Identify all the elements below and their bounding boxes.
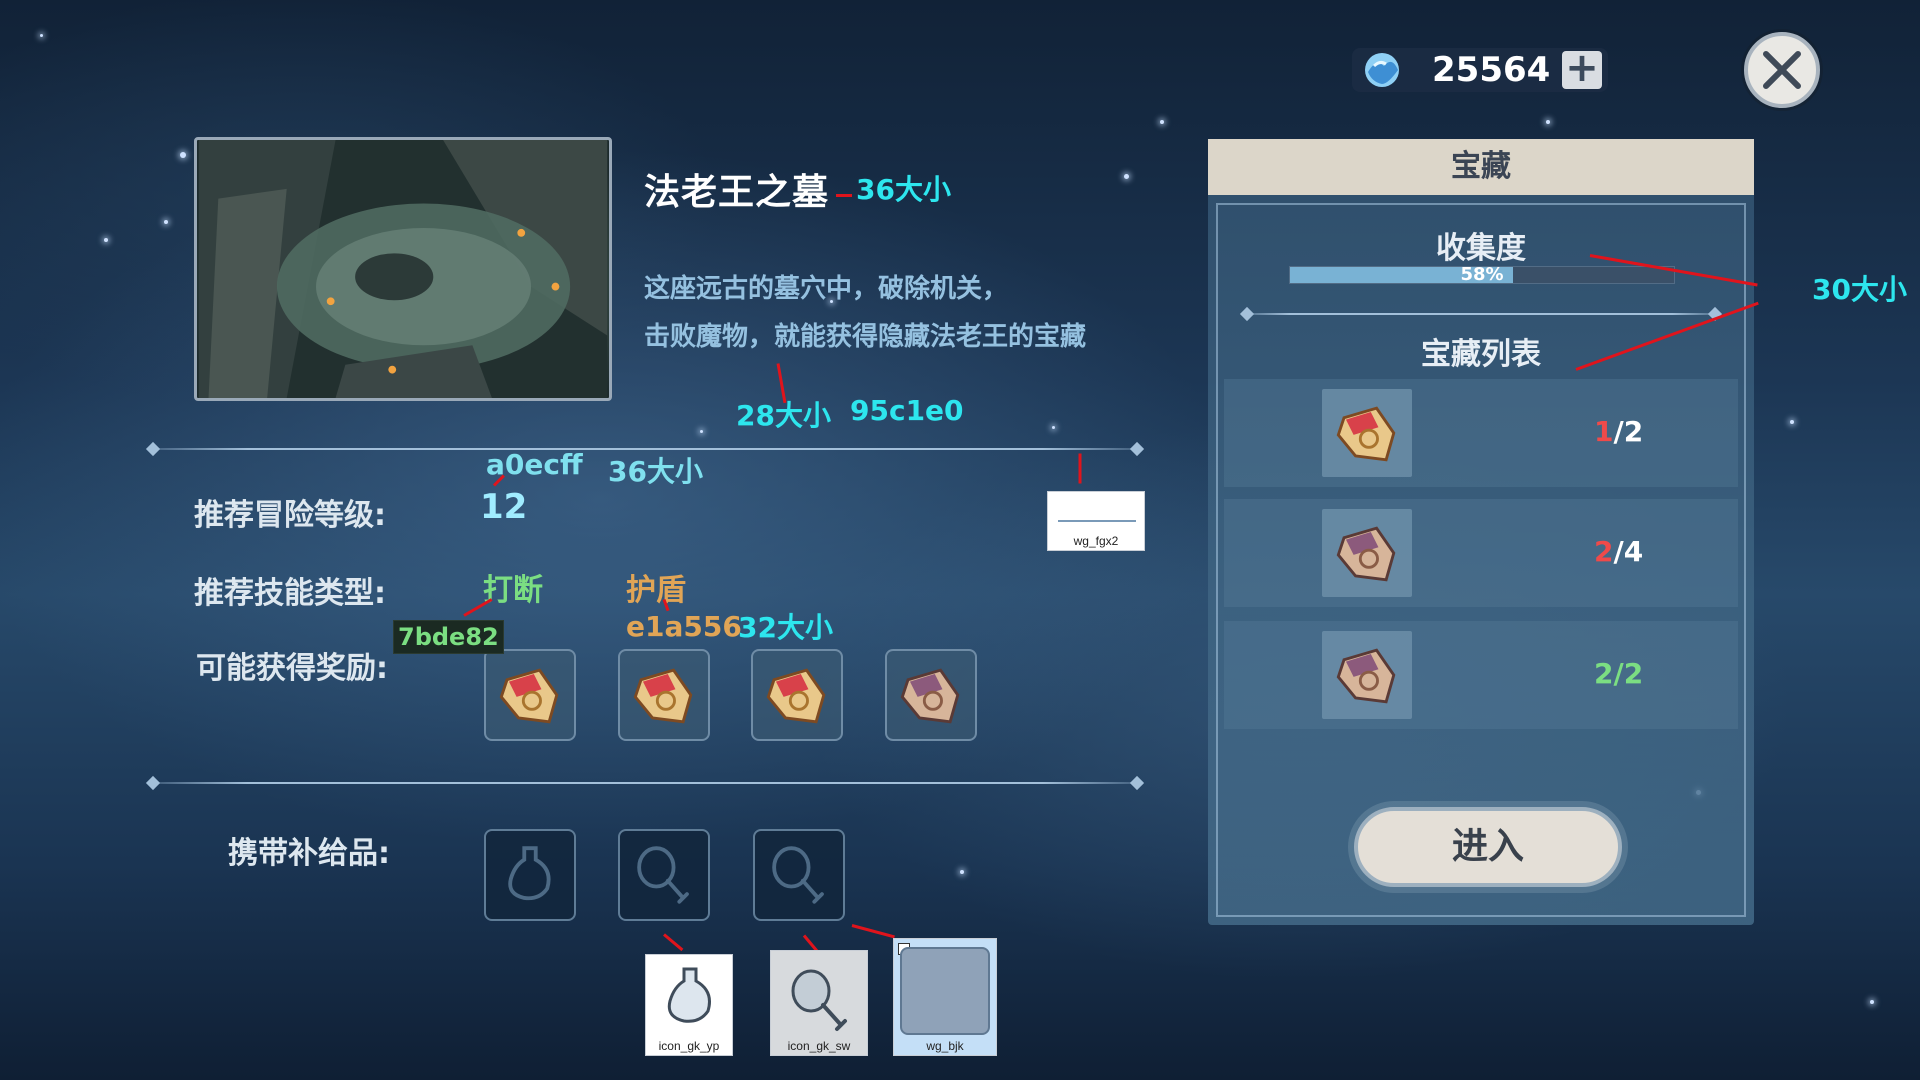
annotation-desc-size: 28大小 [736, 399, 831, 432]
annotation-line [851, 924, 895, 939]
annotation-line [1078, 453, 1082, 484]
annotation-skill-green-tag: 7bde82 [393, 620, 504, 654]
reward-slot[interactable] [885, 649, 977, 741]
star-decoration [1870, 1000, 1874, 1004]
star-decoration [180, 152, 186, 158]
add-currency-button[interactable]: + [1562, 48, 1602, 89]
potion-bottle-icon [508, 846, 551, 901]
recommended-skill-label: 推荐技能类型: [194, 576, 386, 611]
treasure-slot [1322, 389, 1412, 477]
annotation-panel-size: 30大小 [1812, 273, 1907, 306]
close-x-icon [1763, 51, 1801, 89]
currency-value: 25564 [1432, 50, 1551, 90]
supply-slot[interactable] [618, 829, 710, 921]
reward-slot[interactable] [751, 649, 843, 741]
treasure-map-gold-icon [633, 668, 693, 724]
star-decoration [164, 220, 168, 224]
meat-drumstick-icon [772, 846, 824, 904]
star-decoration [1124, 174, 1129, 179]
dungeon-title: 法老王之墓 [644, 172, 830, 213]
star-decoration [1052, 426, 1055, 429]
treasure-count: 2/2 [1594, 657, 1644, 690]
treasure-list-item[interactable]: 2/4 [1224, 499, 1738, 607]
annotation-skill-size: 32大小 [738, 611, 833, 644]
star-decoration [1160, 120, 1164, 124]
collection-progress-bar: 58% [1289, 264, 1675, 285]
treasure-map-gold-icon [1336, 406, 1396, 462]
treasure-map-gold-icon [499, 668, 559, 724]
panel-divider [1239, 306, 1723, 322]
annotation-line [836, 194, 852, 197]
treasure-panel-title: 宝藏 [1451, 149, 1511, 184]
collection-title: 收集度 [1436, 231, 1526, 266]
potion-bottle-icon [667, 967, 711, 1023]
recommended-level-label: 推荐冒险等级: [194, 498, 386, 533]
slot-asset-thumbnail: wg_bjk [893, 938, 997, 1056]
reward-slot[interactable] [484, 649, 576, 741]
treasure-map-purple-icon [900, 668, 960, 724]
star-decoration [700, 430, 703, 433]
annotation-line [663, 933, 684, 952]
treasure-map-purple-icon [1336, 526, 1396, 582]
divider-asset-thumbnail: wg_fgx2 [1047, 491, 1145, 551]
annotation-level-size: 36大小 [608, 455, 703, 488]
treasure-count: 2/4 [1594, 535, 1644, 568]
star-decoration [1790, 420, 1794, 424]
star-decoration [960, 870, 964, 874]
potion-asset-thumbnail: icon_gk_yp [645, 954, 733, 1056]
dungeon-description-line2: 击败魔物，就能获得隐藏法老王的宝藏 [644, 322, 1087, 352]
supply-slot[interactable] [753, 829, 845, 921]
treasure-list-item[interactable]: 2/2 [1224, 621, 1738, 729]
star-decoration [1546, 120, 1550, 124]
treasure-panel: 宝藏 收集度 58% 宝藏列表 1/2 2/4 2/2 进入 [1208, 139, 1754, 925]
collection-progress-text: 58% [1460, 264, 1504, 285]
recommended-level-value: 12 [480, 487, 528, 527]
annotation-title-size: 36大小 [856, 173, 951, 206]
close-button[interactable] [1744, 32, 1820, 108]
reward-slot[interactable] [618, 649, 710, 741]
treasure-map-purple-icon [1336, 648, 1396, 704]
section-divider [145, 775, 1145, 791]
meat-asset-thumbnail: icon_gk_sw [770, 950, 868, 1056]
star-decoration [104, 238, 108, 242]
meat-drumstick-icon [637, 846, 689, 904]
supplies-label: 携带补给品: [228, 836, 390, 871]
supply-slot[interactable] [484, 829, 576, 921]
skill-type-interrupt: 打断 [483, 573, 543, 608]
dungeon-preview-image [194, 137, 612, 401]
tomb-scene-illustration [198, 140, 608, 398]
treasure-slot [1322, 631, 1412, 719]
enter-button[interactable]: 进入 [1354, 807, 1622, 887]
skill-type-shield: 护盾 [626, 573, 686, 608]
treasure-count: 1/2 [1594, 415, 1644, 448]
possible-rewards-label: 可能获得奖励: [196, 651, 388, 686]
dungeon-description-line1: 这座远古的墓穴中，破除机关， [644, 274, 1009, 304]
annotation-skill-orange-tag: e1a556 [626, 610, 742, 643]
crystal-gem-icon [1365, 53, 1399, 87]
treasure-list-item[interactable]: 1/2 [1224, 379, 1738, 487]
star-decoration [40, 34, 43, 37]
meat-drumstick-icon [791, 969, 847, 1031]
annotation-desc-color: 95c1e0 [850, 394, 964, 427]
treasure-map-gold-icon [766, 668, 826, 724]
currency-bar: 25564 + [1352, 48, 1608, 92]
treasure-slot [1322, 509, 1412, 597]
